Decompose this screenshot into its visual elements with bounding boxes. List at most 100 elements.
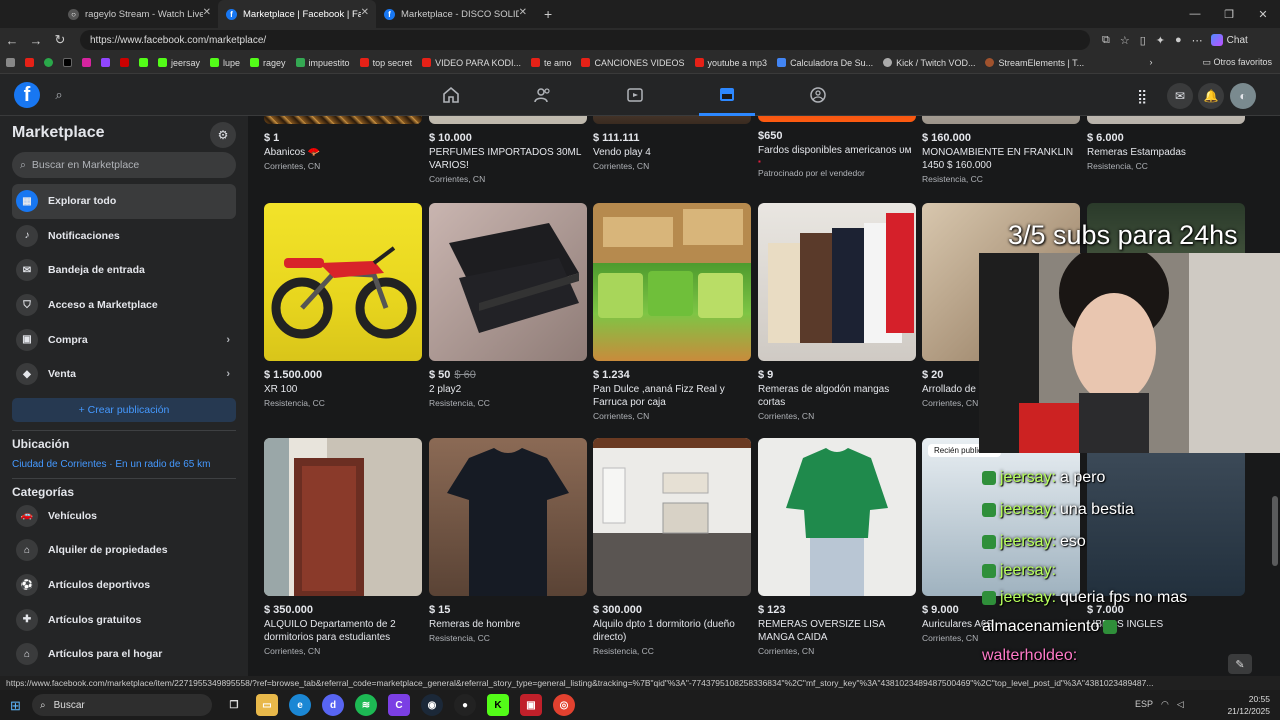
new-tab-icon[interactable]: + (544, 6, 552, 22)
listing-card[interactable]: $ 1.234 Pan Dulce ,ananá Fizz Real y Far… (593, 203, 751, 421)
clock[interactable]: 20:55 21/12/2025 (1227, 693, 1270, 717)
category-free[interactable]: ✚ Artículos gratuitos (12, 602, 236, 637)
bookmark-streamelements[interactable]: StreamElements | T... (985, 58, 1084, 68)
listing-card[interactable]: $ 300.000 Alquilo dpto 1 dormitorio (due… (593, 438, 751, 656)
app-red-icon[interactable]: ▣ (520, 694, 542, 716)
forward-icon[interactable]: → (24, 33, 48, 48)
edge-icon[interactable]: e (289, 694, 311, 716)
close-window-icon[interactable]: ✕ (1246, 0, 1280, 28)
avatar[interactable]: ◐ (1230, 83, 1256, 109)
tab-stream[interactable]: ○ rageylo Stream - Watch Live o ✕ (60, 0, 218, 28)
listing-card[interactable]: $ 15 Remeras de hombre Resistencia, CC (429, 438, 587, 643)
app-icon[interactable]: C (388, 694, 410, 716)
listing-card[interactable]: $ 10.000 PERFUMES IMPORTADOS 30ML VARIOS… (429, 116, 587, 184)
listing-card[interactable]: $ 123 REMERAS OVERSIZE LISA MANGA CAIDA … (758, 438, 916, 656)
favorite-star-icon[interactable]: ☆ (1120, 34, 1130, 47)
marketplace-search-input[interactable]: ⌕ Buscar en Marketplace (12, 152, 236, 178)
messenger-icon[interactable]: ✉ (1167, 83, 1193, 109)
profile-icon[interactable]: ● (1175, 34, 1182, 47)
bookmark-lupe[interactable]: lupe (210, 58, 240, 68)
category-sports[interactable]: ⚽ Artículos deportivos (12, 568, 236, 603)
listing-card[interactable]: $ 160.000 MONOAMBIENTE EN FRANKLIN 1450 … (922, 116, 1080, 184)
close-icon[interactable]: ✕ (519, 7, 527, 18)
spotify-icon[interactable]: ≋ (355, 694, 377, 716)
listing-card[interactable]: $ 50 $ 60 2 play2 Resistencia, CC (429, 203, 587, 408)
close-icon[interactable]: ✕ (203, 7, 211, 18)
menu-icon[interactable]: ⣿ (1137, 88, 1147, 105)
bookmark-video-kodi[interactable]: VIDEO PARA KODI... (422, 58, 521, 68)
create-listing-button[interactable]: + Crear publicación (12, 397, 236, 422)
listing-card[interactable]: $ 1.500.000 XR 100 Resistencia, CC (264, 203, 422, 408)
task-view-icon[interactable]: ❐ (223, 694, 245, 716)
listing-card[interactable]: $ 350.000 ALQUILO Departamento de 2 dorm… (264, 438, 422, 656)
listing-card[interactable]: $ 9 Remeras de algodón mangas cortas Cor… (758, 203, 916, 421)
url-input[interactable]: https://www.facebook.com/marketplace/ (80, 30, 1090, 50)
nav-video[interactable] (607, 74, 663, 116)
nav-marketplace[interactable] (699, 74, 755, 116)
wifi-icon[interactable]: ◠ (1161, 699, 1169, 710)
category-rentals[interactable]: ⌂ Alquiler de propiedades (12, 533, 236, 568)
sidebar-item-sell[interactable]: ◆ Venta › (12, 357, 236, 392)
discord-icon[interactable]: d (322, 694, 344, 716)
bookmark-canciones[interactable]: CANCIONES VIDEOS (581, 58, 685, 68)
facebook-logo-icon[interactable]: f (14, 82, 40, 108)
sidebar-item-explore[interactable]: ▦ Explorar todo (12, 184, 236, 219)
nav-gaming[interactable] (790, 74, 846, 116)
sidebar-item-buy[interactable]: ▣ Compra › (12, 322, 236, 357)
back-icon[interactable]: ← (0, 33, 24, 48)
search-icon[interactable]: ⌕ (48, 84, 70, 106)
listing-card[interactable]: $ 1 Abanicos 🪭 Corrientes, CN (264, 116, 422, 171)
close-icon[interactable]: ✕ (361, 7, 369, 18)
tab-marketplace-ssd[interactable]: f Marketplace - DISCO SOLIDO SSD ✕ (376, 0, 534, 28)
sidebar-item-notifications[interactable]: ♪ Notificaciones (12, 219, 236, 254)
category-vehicles[interactable]: 🚗 Vehículos (12, 499, 236, 534)
category-home[interactable]: ⌂ Artículos para el hogar (12, 637, 236, 672)
other-favorites[interactable]: › ▭ Otros favoritos (1149, 57, 1272, 68)
bookmark-youtube[interactable] (25, 58, 34, 67)
sidebar-item-inbox[interactable]: ✉ Bandeja de entrada (12, 253, 236, 288)
bookmark-kick-vod[interactable]: Kick / Twitch VOD... (883, 58, 975, 68)
listing-card-sponsored[interactable]: $650 Fardos disponibles americanos ᴜᴍ ▪ … (758, 116, 916, 178)
puzzle-icon[interactable]: ✦ (1156, 34, 1165, 47)
bookmark-impuestito[interactable]: impuestito (295, 58, 350, 68)
bookmark-twitch[interactable] (101, 58, 110, 67)
nav-home[interactable] (423, 74, 479, 116)
kick-icon[interactable]: K (487, 694, 509, 716)
listing-card[interactable]: $ 6.000 Remeras Estampadas Resistencia, … (1087, 116, 1245, 171)
bookmark-2[interactable] (44, 58, 53, 67)
more-icon[interactable]: ⋯ (1192, 34, 1203, 47)
obs-icon[interactable]: ● (454, 694, 476, 716)
bookmark-instagram[interactable] (82, 58, 91, 67)
extensions-icon[interactable]: ⧉ (1102, 34, 1110, 47)
listing-card[interactable]: $ 111.111 Vendo play 4 Corrientes, CN (593, 116, 751, 171)
language-indicator[interactable]: ESP (1135, 699, 1153, 710)
minimize-icon[interactable]: — (1178, 0, 1212, 28)
bookmark-kick[interactable] (139, 58, 148, 67)
nav-friends[interactable] (515, 74, 571, 116)
tab-marketplace[interactable]: f Marketplace | Facebook | Facebook ✕ (218, 0, 376, 28)
split-icon[interactable]: ▯ (1140, 34, 1146, 47)
volume-icon[interactable]: ◁ (1177, 699, 1184, 710)
file-explorer-icon[interactable]: ▭ (256, 694, 278, 716)
taskbar-search[interactable]: ⌕ Buscar (32, 694, 212, 716)
gear-icon[interactable]: ⚙ (210, 122, 236, 148)
sidebar-item-access[interactable]: ⛉ Acceso a Marketplace (12, 288, 236, 323)
bookmark-jeersay[interactable]: jeersay (158, 58, 200, 68)
chrome-icon[interactable]: ◎ (553, 694, 575, 716)
windows-start-icon[interactable]: ⊞ (10, 698, 21, 714)
bookmark-calculadora[interactable]: Calculadora De Su... (777, 58, 873, 68)
bookmark-top-secret[interactable]: top secret (359, 58, 412, 68)
bookmark-te-amo[interactable]: te amo (530, 58, 571, 68)
bookmark-ragey[interactable]: ragey (250, 58, 286, 68)
bell-icon[interactable]: 🔔 (1198, 83, 1224, 109)
copilot-chat-button[interactable]: Chat (1210, 34, 1248, 46)
steam-icon[interactable]: ◉ (421, 694, 443, 716)
restore-icon[interactable]: ❐ (1212, 0, 1246, 28)
reload-icon[interactable]: ↻ (48, 32, 72, 48)
bookmark-pinterest[interactable] (120, 58, 129, 67)
bookmark-folder-icon[interactable] (6, 58, 15, 67)
compose-icon[interactable]: ✎ (1228, 654, 1252, 674)
bookmark-youtube-mp3[interactable]: youtube a mp3 (694, 58, 767, 68)
location-filter-link[interactable]: Ciudad de Corrientes · En un radio de 65… (12, 459, 236, 470)
bookmark-x[interactable] (63, 58, 72, 67)
